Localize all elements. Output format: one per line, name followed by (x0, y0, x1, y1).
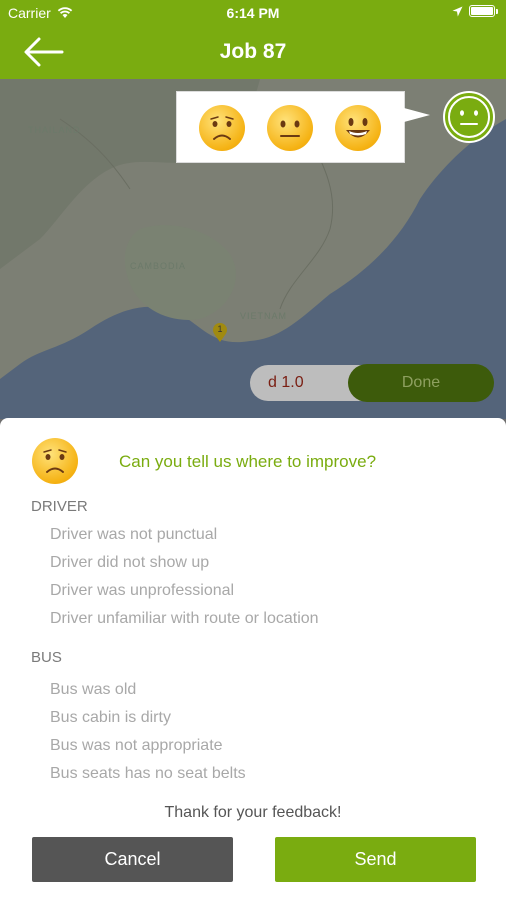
feedback-sheet: Can you tell us where to improve? DRIVER… (0, 418, 506, 900)
option-driver-no-show[interactable]: Driver did not show up (50, 554, 209, 572)
status-right (452, 5, 498, 17)
status-bar: Carrier 6:14 PM (0, 0, 506, 26)
thanks-message: Thank for your feedback! (164, 804, 342, 821)
battery-icon (469, 5, 495, 17)
option-bus-no-seat-belts[interactable]: Bus seats has no seat belts (50, 765, 246, 783)
map-marker-label: 1 (217, 324, 223, 334)
feedback-question: Can you tell us where to improve? (119, 452, 377, 471)
sad-face-icon (32, 438, 78, 484)
option-driver-unprofessional[interactable]: Driver was unprofessional (50, 582, 234, 600)
neutral-face-outline-icon (448, 96, 490, 138)
map-label-vietnam: VIETNAM (240, 311, 288, 321)
section-title-driver: DRIVER (31, 498, 88, 515)
map-label-cambodia: CAMBODIA (130, 261, 187, 271)
option-bus-not-appropriate[interactable]: Bus was not appropriate (50, 737, 223, 755)
cancel-button[interactable]: Cancel (32, 837, 233, 882)
option-bus-cabin-dirty[interactable]: Bus cabin is dirty (50, 709, 171, 727)
option-driver-unfamiliar-route[interactable]: Driver unfamiliar with route or location (50, 610, 319, 628)
section-title-bus: BUS (31, 649, 62, 666)
option-bus-old[interactable]: Bus was old (50, 681, 136, 699)
neutral-face-icon[interactable] (267, 105, 313, 151)
happy-face-icon[interactable] (335, 105, 381, 151)
status-time: 6:14 PM (226, 5, 280, 21)
option-driver-not-punctual[interactable]: Driver was not punctual (50, 526, 217, 544)
page-title: Job 87 (219, 40, 287, 63)
sad-face-icon[interactable] (199, 105, 245, 151)
location-arrow-icon (452, 6, 463, 16)
map-label-thailand: THAILAND (28, 125, 81, 135)
top-bar: Carrier 6:14 PM Job 87 (0, 0, 506, 79)
rating-popover (176, 91, 430, 163)
battery-tip (496, 8, 498, 14)
map-marker[interactable]: 1 (212, 323, 228, 343)
feedback-header: Can you tell us where to improve? (32, 438, 472, 488)
send-button[interactable]: Send (275, 837, 476, 882)
rating-toggle-button[interactable] (443, 91, 495, 143)
done-button[interactable]: Done (348, 364, 494, 402)
nav-bar: Job 87 (0, 26, 506, 79)
